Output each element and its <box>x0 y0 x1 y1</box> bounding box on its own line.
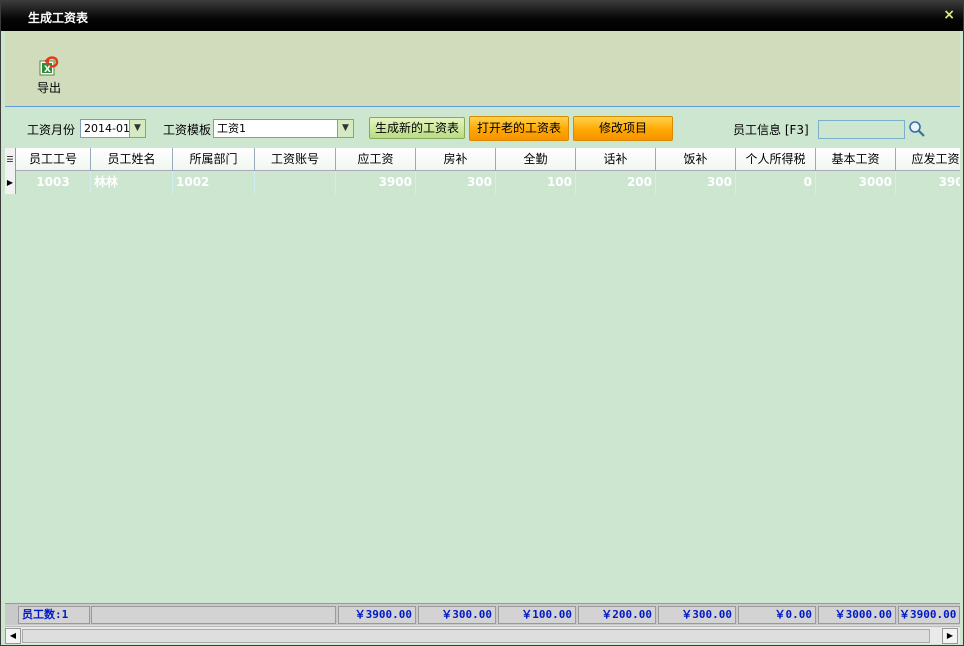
column-header[interactable]: 应工资 <box>336 148 416 171</box>
payroll-table: ☰ 员工工号 员工姓名 所属部门 工资账号 应工资 房补 全勤 话补 饭补 个人… <box>5 148 960 603</box>
footer-total: ￥3900.00 <box>338 606 416 624</box>
column-header[interactable]: 房补 <box>416 148 496 171</box>
column-header[interactable]: 饭补 <box>656 148 736 171</box>
table-cell[interactable]: 3900 <box>336 171 416 194</box>
toolbar: X 导出 <box>5 31 960 107</box>
modify-items-button[interactable]: 修改项目 <box>573 116 673 141</box>
footer-total: ￥200.00 <box>578 606 656 624</box>
table-cell[interactable]: 林林 <box>91 171 173 194</box>
template-value: 工资1 <box>217 122 246 135</box>
table-cell[interactable]: 200 <box>576 171 656 194</box>
column-header[interactable]: 员工工号 <box>16 148 91 171</box>
employee-search-input[interactable] <box>818 120 905 139</box>
column-header[interactable]: 基本工资 <box>816 148 896 171</box>
export-label: 导出 <box>36 81 61 95</box>
column-header[interactable]: 应发工资 <box>896 148 960 171</box>
chevron-down-icon[interactable]: ▼ <box>129 120 145 137</box>
footer-total: ￥100.00 <box>498 606 576 624</box>
table-cell[interactable]: 3000 <box>816 171 896 194</box>
column-header[interactable]: 员工姓名 <box>91 148 173 171</box>
open-old-payroll-button[interactable]: 打开老的工资表 <box>469 116 569 141</box>
footer-spacer <box>91 606 336 624</box>
column-header[interactable]: 工资账号 <box>255 148 336 171</box>
chevron-down-icon[interactable]: ▼ <box>337 120 353 137</box>
table-cell[interactable]: 1003 <box>16 171 91 194</box>
scroll-left-icon[interactable]: ◀ <box>5 628 21 644</box>
generate-payroll-button[interactable]: 生成新的工资表 <box>369 117 465 139</box>
excel-export-icon: X <box>39 56 59 76</box>
table-cell[interactable]: 1002 <box>173 171 255 194</box>
table-cell[interactable]: 3900 <box>896 171 960 194</box>
footer-total: ￥0.00 <box>738 606 816 624</box>
payroll-window: 生成工资表 × X 导出 工资月份 2014-01 ▼ 工资模板 工资1 ▼ 生… <box>0 0 964 646</box>
table-cell[interactable]: 100 <box>496 171 576 194</box>
month-select[interactable]: 2014-01 ▼ <box>80 119 146 138</box>
column-header[interactable]: 全勤 <box>496 148 576 171</box>
horizontal-scrollbar[interactable]: ◀ ▶ <box>5 626 960 644</box>
summary-footer: 员工数:1 ￥3900.00 ￥300.00 ￥100.00 ￥200.00 ￥… <box>5 603 960 625</box>
title-bar[interactable]: 生成工资表 × <box>1 1 963 31</box>
footer-total: ￥300.00 <box>418 606 496 624</box>
scroll-right-icon[interactable]: ▶ <box>942 628 958 644</box>
month-value: 2014-01 <box>84 122 130 135</box>
template-select[interactable]: 工资1 ▼ <box>213 119 354 138</box>
month-label: 工资月份 <box>27 123 76 137</box>
column-header[interactable]: 所属部门 <box>173 148 255 171</box>
table-cell[interactable]: 300 <box>656 171 736 194</box>
export-button[interactable]: X 导出 <box>33 53 65 97</box>
employee-count: 员工数:1 <box>18 606 90 624</box>
row-pointer-icon[interactable]: ▶ <box>5 171 16 194</box>
table-cell[interactable]: 300 <box>416 171 496 194</box>
scrollbar-thumb[interactable] <box>22 629 930 643</box>
row-selector-header-icon[interactable]: ☰ <box>5 148 16 171</box>
window-title: 生成工资表 <box>28 11 89 25</box>
column-header[interactable]: 个人所得税 <box>736 148 816 171</box>
filter-bar: 工资月份 2014-01 ▼ 工资模板 工资1 ▼ 生成新的工资表 打开老的工资… <box>5 108 960 148</box>
table-cell[interactable] <box>255 171 336 194</box>
footer-total: ￥300.00 <box>658 606 736 624</box>
close-icon[interactable]: × <box>943 7 955 23</box>
footer-total: ￥3900.00 <box>898 606 960 624</box>
footer-total: ￥3000.00 <box>818 606 896 624</box>
employee-info-label: 员工信息 [F3] <box>733 123 809 137</box>
template-label: 工资模板 <box>163 123 212 137</box>
search-icon[interactable] <box>908 120 926 138</box>
column-header[interactable]: 话补 <box>576 148 656 171</box>
table-cell[interactable]: 0 <box>736 171 816 194</box>
